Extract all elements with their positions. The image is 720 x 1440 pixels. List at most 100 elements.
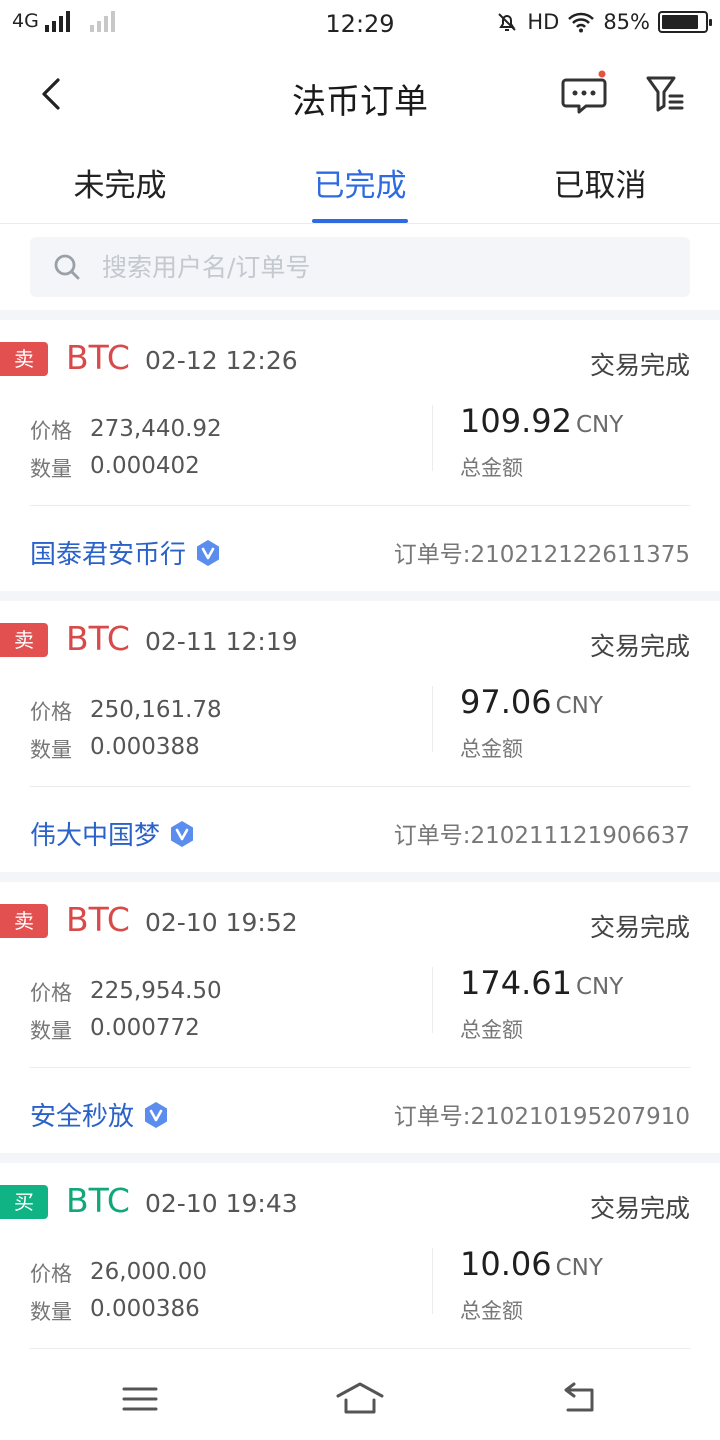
merchant-name[interactable]: 国泰君安币行 [30, 534, 222, 571]
section-divider [0, 872, 720, 882]
order-time: 02-10 19:52 [145, 908, 298, 937]
total-amount: 10.06 CNY [460, 1245, 603, 1283]
hd-indicator: HD [527, 10, 560, 34]
total-amount: 97.06 CNY [460, 683, 603, 721]
horizontal-divider [30, 1067, 690, 1068]
order-time: 02-12 12:26 [145, 346, 298, 375]
price-label: 价格 [30, 419, 72, 443]
total-label: 总金额 [460, 456, 523, 480]
title-bar: 法币订单 [0, 50, 720, 140]
horizontal-divider [30, 786, 690, 787]
total-value: 97.06 [460, 683, 552, 721]
price-value: 225,954.50 [90, 978, 222, 1004]
price-label: 价格 [30, 981, 72, 1005]
currency: CNY [575, 974, 624, 1000]
order-time: 02-11 12:19 [145, 627, 298, 656]
coin-symbol: BTC [66, 900, 130, 939]
battery-fill [662, 15, 698, 29]
quantity-value: 0.000386 [90, 1296, 200, 1322]
search-input[interactable] [102, 237, 662, 297]
coin-symbol: BTC [66, 338, 130, 377]
order-card[interactable]: 卖 BTC 02-10 19:52 交易完成 价格 225,954.50 数量 … [0, 882, 720, 1153]
filter-icon[interactable] [644, 70, 688, 116]
home-icon[interactable] [334, 1380, 386, 1416]
status-icons: HD 85% [495, 10, 712, 34]
quantity-label: 数量 [30, 1300, 72, 1324]
order-card[interactable]: 买 BTC 02-10 19:43 交易完成 价格 26,000.00 数量 0… [0, 1163, 720, 1350]
price-label: 价格 [30, 700, 72, 724]
price-value: 250,161.78 [90, 697, 222, 723]
quantity-label: 数量 [30, 457, 72, 481]
horizontal-divider [30, 505, 690, 506]
unread-dot [598, 70, 606, 78]
quantity-value: 0.000388 [90, 734, 200, 760]
side-badge: 卖 [0, 904, 48, 938]
currency: CNY [555, 693, 603, 719]
vertical-divider [432, 405, 433, 471]
quantity-value: 0.000772 [90, 1015, 200, 1041]
page-title: 法币订单 [292, 82, 428, 122]
vertical-divider [432, 967, 433, 1033]
total-label: 总金额 [460, 1299, 523, 1323]
total-value: 174.61 [460, 964, 572, 1002]
order-card[interactable]: 卖 BTC 02-12 12:26 交易完成 价格 273,440.92 数量 … [0, 320, 720, 591]
vertical-divider [432, 686, 433, 752]
section-divider [0, 310, 720, 320]
order-status: 交易完成 [589, 913, 690, 942]
quantity-value: 0.000402 [90, 453, 200, 479]
message-bubble-icon[interactable] [560, 70, 610, 116]
search-icon [54, 254, 80, 280]
total-value: 109.92 [460, 402, 572, 440]
order-card[interactable]: 卖 BTC 02-11 12:19 交易完成 价格 250,161.78 数量 … [0, 601, 720, 872]
merchant-label: 国泰君安币行 [30, 540, 187, 570]
merchant-name[interactable]: 伟大中国梦 [30, 815, 196, 852]
mute-bell-icon [498, 13, 517, 31]
price-value: 26,000.00 [90, 1259, 208, 1285]
search-box [30, 237, 690, 297]
system-nav-bar [0, 1350, 720, 1440]
side-badge: 卖 [0, 623, 48, 657]
battery-icon [658, 11, 712, 33]
price-value: 273,440.92 [90, 416, 222, 442]
order-number: 订单号:210210195207910 [393, 1104, 690, 1130]
tab-incomplete[interactable]: 未完成 [20, 160, 220, 205]
verified-badge-icon [171, 820, 194, 847]
back-nav-icon[interactable] [560, 1380, 600, 1416]
verified-badge-icon [197, 539, 220, 566]
price-label: 价格 [30, 1262, 72, 1286]
side-badge: 买 [0, 1185, 48, 1219]
section-divider [0, 1153, 720, 1163]
quantity-label: 数量 [30, 1019, 72, 1043]
order-status: 交易完成 [589, 632, 690, 661]
side-badge: 卖 [0, 342, 48, 376]
currency: CNY [555, 1255, 603, 1281]
total-label: 总金额 [460, 1018, 523, 1042]
active-tab-indicator [312, 219, 408, 223]
order-status-tabs: 未完成 已完成 已取消 [0, 140, 720, 224]
order-number: 订单号:210212122611375 [393, 542, 690, 568]
horizontal-divider [30, 1348, 690, 1349]
tab-completed[interactable]: 已完成 [260, 160, 460, 205]
wifi-icon [568, 12, 595, 33]
order-number: 订单号:210211121906637 [393, 823, 690, 849]
merchant-label: 安全秒放 [30, 1102, 135, 1132]
order-status: 交易完成 [589, 1194, 690, 1223]
total-amount: 174.61 CNY [460, 964, 623, 1002]
total-amount: 109.92 CNY [460, 402, 623, 440]
menu-icon[interactable] [120, 1384, 160, 1414]
vertical-divider [432, 1248, 433, 1314]
merchant-label: 伟大中国梦 [30, 821, 161, 851]
order-status: 交易完成 [589, 351, 690, 380]
coin-symbol: BTC [66, 619, 130, 658]
battery-percent: 85% [603, 10, 650, 34]
total-value: 10.06 [460, 1245, 552, 1283]
currency: CNY [575, 412, 624, 438]
order-time: 02-10 19:43 [145, 1189, 298, 1218]
verified-badge-icon [145, 1101, 168, 1128]
coin-symbol: BTC [66, 1181, 130, 1220]
section-divider [0, 591, 720, 601]
tab-cancelled[interactable]: 已取消 [500, 160, 700, 205]
total-label: 总金额 [460, 737, 523, 761]
quantity-label: 数量 [30, 738, 72, 762]
merchant-name[interactable]: 安全秒放 [30, 1096, 170, 1133]
